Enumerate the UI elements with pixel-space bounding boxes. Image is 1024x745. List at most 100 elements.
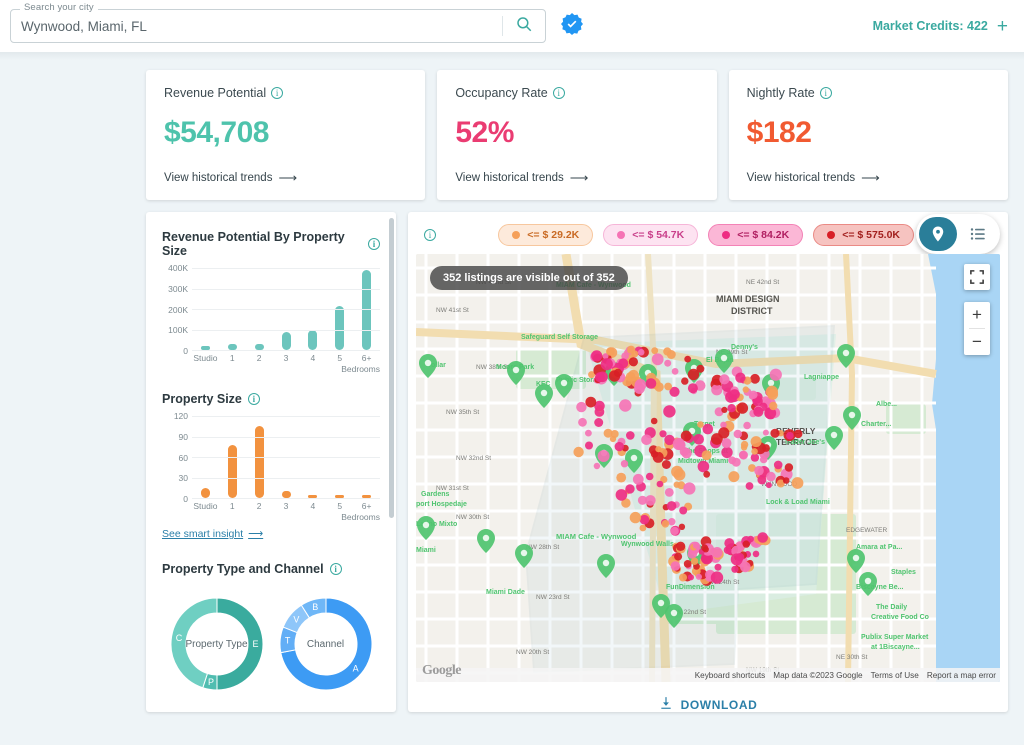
map-listing-dot[interactable] [782,477,790,484]
map-listing-dot[interactable] [690,557,699,565]
map-listing-dot[interactable] [767,389,779,400]
map-listing-dot[interactable] [679,573,687,582]
map-listing-dot[interactable] [773,460,783,470]
map-listing-dot[interactable] [679,506,688,515]
chart-bar[interactable] [281,490,291,498]
map-listing-dot[interactable] [754,465,764,476]
map-listing-dot[interactable] [659,430,667,438]
map-listing-dot[interactable] [600,358,613,371]
map-listing-dot[interactable] [671,368,679,375]
map-listing-dot[interactable] [618,358,629,369]
map-listing-dot[interactable] [701,450,712,461]
map-listing-dot[interactable] [625,484,635,494]
keyboard-shortcuts-link[interactable]: Keyboard shortcuts [695,671,766,680]
map-listing-dot[interactable] [687,549,698,559]
map-listing-dot[interactable] [681,377,689,385]
search-button[interactable] [503,10,545,42]
map-listing-dot[interactable] [594,418,604,427]
info-icon[interactable]: i [247,393,260,405]
map-listing-dot[interactable] [645,472,654,481]
map-listing-dot[interactable] [603,428,613,438]
map-listing-dot[interactable] [626,431,635,440]
add-credits-icon[interactable]: + [997,17,1008,36]
map-listing-dot[interactable] [629,511,642,524]
map-listing-dot[interactable] [664,359,672,367]
map-listing-dot[interactable] [697,460,710,473]
map-listing-dot[interactable] [674,552,683,561]
view-historical-trends-link[interactable]: View historical trends ⟶ [747,170,990,186]
map-listing-dot[interactable] [752,550,760,558]
report-map-error-link[interactable]: Report a map error [927,671,996,680]
map-listing-dot[interactable] [664,488,674,497]
map-listing-dot[interactable] [606,347,615,356]
map-listing-dot[interactable] [651,347,659,355]
map-legend-pill[interactable]: <= $ 29.2K [498,224,594,246]
map-listing-dot[interactable] [739,450,748,460]
map-listing-dot[interactable] [655,446,662,453]
map-listing-dot[interactable] [696,364,705,373]
map-listing-dot[interactable] [736,402,749,414]
map-listing-dot[interactable] [695,573,702,580]
donut-channel[interactable]: ATVB Channel [274,592,378,696]
map-listing-dot[interactable] [729,389,740,400]
market-credits[interactable]: Market Credits: 422 + [873,17,1008,36]
see-smart-insight-link[interactable]: See smart insight ⟶ [162,528,263,540]
search-input[interactable] [11,18,502,34]
map-listing-dot[interactable] [766,471,776,482]
map-listing-dot[interactable] [710,571,724,584]
map-listing-dot[interactable] [614,441,624,452]
map-listing-dot[interactable] [770,428,780,438]
download-button[interactable]: DOWNLOAD [659,696,758,713]
map-listing-dot[interactable] [711,547,723,558]
map-listing-dot[interactable] [615,489,628,501]
map-listing-dot[interactable] [769,368,782,381]
map-listing-dot[interactable] [753,406,764,417]
view-historical-trends-link[interactable]: View historical trends ⟶ [164,170,407,186]
map-listing-dot[interactable] [765,482,772,489]
map-listing-dot[interactable] [593,462,601,470]
map-listing-dot[interactable] [751,448,758,455]
map-listing-dot[interactable] [731,565,739,573]
map-view-button[interactable] [919,217,957,251]
map-listing-dot[interactable] [597,371,608,383]
map-listing-dot[interactable] [673,468,686,481]
map-listing-dot[interactable] [585,396,597,408]
map-listing-dot[interactable] [684,355,692,363]
map-listing-dot[interactable] [613,368,623,377]
map-listing-dot[interactable] [750,436,762,448]
map-listing-dot[interactable] [762,429,769,436]
map-listing-dot[interactable] [628,357,638,367]
map-listing-dot[interactable] [578,417,587,427]
map-legend-pill[interactable]: <= $ 54.7K [603,224,699,246]
map-listing-dot[interactable] [670,561,681,571]
map-listing-dot[interactable] [634,383,645,394]
map-listing-dot[interactable] [784,463,794,472]
map-listing-dot[interactable] [661,520,670,528]
map-listing-dot[interactable] [632,473,644,485]
map-listing-dot[interactable] [656,480,664,488]
map-listing-dot[interactable] [711,384,723,396]
map-listing-dot[interactable] [661,460,671,469]
map-listing-dot[interactable] [681,448,692,459]
map-legend-pill[interactable]: <= $ 575.0K [813,224,914,246]
map-listing-dot[interactable] [728,471,740,483]
map-listing-dot[interactable] [701,544,709,552]
map-listing-dot[interactable] [728,456,736,465]
map-listing-dot[interactable] [786,431,794,440]
map-listing-dot[interactable] [675,541,686,551]
map-listing-dot[interactable] [724,538,735,549]
map-listing-dot[interactable] [597,450,610,462]
map-listing-dot[interactable] [687,383,698,394]
donut-property-type[interactable]: EPC Property Type [165,592,269,696]
map-listing-dot[interactable] [714,563,722,571]
map-listing-dot[interactable] [585,429,592,437]
map-listing-dot[interactable] [668,518,676,526]
map-listing-dot[interactable] [718,427,730,439]
map-listing-dot[interactable] [651,353,664,366]
verified-badge[interactable] [560,12,584,41]
info-icon[interactable]: i [552,87,565,99]
map-listing-dot[interactable] [645,378,657,389]
map-listing-dot[interactable] [703,470,711,478]
map-listing-dot[interactable] [619,399,632,412]
map-listing-dot[interactable] [666,501,677,511]
